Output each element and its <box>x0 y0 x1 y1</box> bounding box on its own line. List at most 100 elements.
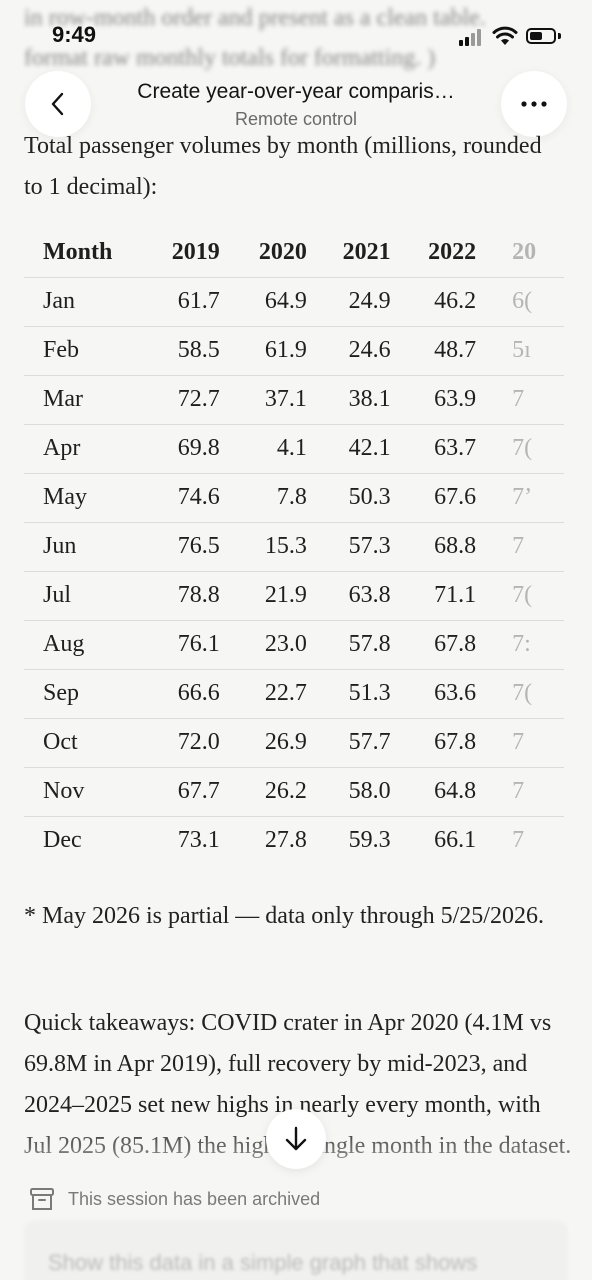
month-cell: Feb <box>24 326 136 376</box>
value-cell: 63.8 <box>306 571 391 621</box>
archived-notice: This session has been archived <box>28 1184 320 1214</box>
table-row: Mar 72.7 37.1 38.1 63.9 7 <box>24 375 564 425</box>
battery-tip <box>558 33 561 39</box>
value-cell: 76.1 <box>135 620 220 670</box>
monthly-volume-table: Month 2019 2020 2021 2022 20 Jan 61.7 64.9… <box>24 228 564 865</box>
next-user-message: Show this data in a simple graph that sh… <box>24 1220 568 1280</box>
value-cell: 46.2 <box>390 277 477 327</box>
value-cell: 67.7 <box>135 767 220 817</box>
table-row: Dec 73.1 27.8 59.3 66.1 7 <box>24 816 564 865</box>
battery-level <box>530 32 542 40</box>
value-cell: 57.8 <box>306 620 391 670</box>
table-row: Aug 76.1 23.0 57.8 67.8 7: <box>24 620 564 670</box>
table-row: Nov 67.7 26.2 58.0 64.8 7 <box>24 767 564 817</box>
status-time: 9:49 <box>52 22 97 47</box>
value-cell: 64.9 <box>219 277 307 327</box>
value-cell: 4.1 <box>219 424 307 474</box>
month-cell: Jul <box>24 571 136 621</box>
value-cell: 69.8 <box>135 424 220 474</box>
table-row: Jun 76.5 15.3 57.3 68.8 7 <box>24 522 564 572</box>
value-cell: 58.5 <box>135 326 220 376</box>
value-cell: 51.3 <box>306 669 391 719</box>
value-cell: 67.8 <box>390 620 477 670</box>
month-cell: Jan <box>24 277 136 327</box>
value-cell: 78.8 <box>135 571 220 621</box>
scroll-to-bottom-button[interactable] <box>266 1109 326 1169</box>
value-cell: 50.3 <box>306 473 391 523</box>
value-cell: 26.2 <box>219 767 307 817</box>
value-cell: 7 <box>476 522 564 572</box>
screen: in row-month order and present as a clea… <box>0 0 592 1280</box>
value-cell: 15.3 <box>219 522 307 572</box>
column-header: 2020 <box>219 228 307 278</box>
table-row: Apr 69.8 4.1 42.1 63.7 7( <box>24 424 564 474</box>
month-cell: Sep <box>24 669 136 719</box>
ellipsis-icon <box>521 101 547 107</box>
archived-label: This session has been archived <box>68 1188 321 1209</box>
arrow-down-icon <box>285 1126 307 1151</box>
monthly-volume-table-scroll[interactable]: Month 2019 2020 2021 2022 20 Jan 61.7 64.9… <box>24 228 564 868</box>
value-cell: 67.8 <box>390 718 477 768</box>
value-cell: 6( <box>476 277 564 327</box>
value-cell: 57.7 <box>306 718 391 768</box>
value-cell: 26.9 <box>219 718 307 768</box>
value-cell: 7( <box>476 424 564 474</box>
value-cell: 72.7 <box>135 375 220 425</box>
archive-box-icon <box>30 1188 54 1210</box>
value-cell: 38.1 <box>306 375 391 425</box>
value-cell: 7 <box>476 375 564 425</box>
value-cell: 5ı <box>476 326 564 376</box>
value-cell: 63.6 <box>390 669 477 719</box>
month-cell: Dec <box>43 827 82 854</box>
value-cell: 66.1 <box>434 827 477 854</box>
table-row: Jan 61.7 64.9 24.9 46.2 6( <box>24 277 564 327</box>
month-cell: May <box>24 473 136 523</box>
value-cell: 42.1 <box>306 424 391 474</box>
value-cell: 23.0 <box>219 620 307 670</box>
value-cell: 7( <box>476 669 564 719</box>
status-bar: 9:49 <box>0 0 592 60</box>
value-cell: 68.8 <box>390 522 477 572</box>
value-cell: 67.6 <box>390 473 477 523</box>
value-cell: 21.9 <box>219 571 307 621</box>
table-row: Jul 78.8 21.9 63.8 71.1 7( <box>24 571 564 621</box>
column-header: 2021 <box>306 228 391 278</box>
value-cell: 7 <box>512 827 525 854</box>
column-header: 2019 <box>135 228 220 278</box>
value-cell: 22.7 <box>219 669 307 719</box>
value-cell: 71.1 <box>390 571 477 621</box>
value-cell: 24.6 <box>306 326 391 376</box>
intro-text: Total passenger volumes by month (millio… <box>24 133 542 200</box>
next-user-message-text: Show this data in a simple graph that sh… <box>48 1250 478 1275</box>
partial-data-note: * May 2026 is partial — data only throug… <box>24 903 544 929</box>
value-cell: 7( <box>476 571 564 621</box>
column-header: Month <box>24 228 136 278</box>
value-cell: 59.3 <box>348 827 391 854</box>
table-row: Sep 66.6 22.7 51.3 63.6 7( <box>24 669 564 719</box>
column-header: 2022 <box>390 228 477 278</box>
value-cell: 72.0 <box>135 718 220 768</box>
month-cell: Apr <box>24 424 136 474</box>
cellular-signal-icon <box>459 28 485 46</box>
value-cell: 76.5 <box>135 522 220 572</box>
value-cell: 74.6 <box>135 473 220 523</box>
value-cell: 7 <box>476 767 564 817</box>
value-cell: 61.9 <box>219 326 307 376</box>
value-cell: 58.0 <box>306 767 391 817</box>
value-cell: 66.6 <box>135 669 220 719</box>
table-header-row: Month 2019 2020 2021 2022 20 <box>24 228 564 278</box>
table-row: May 74.6 7.8 50.3 67.6 7’ <box>24 473 564 523</box>
value-cell: 57.3 <box>306 522 391 572</box>
table-row: Oct 72.0 26.9 57.7 67.8 7 <box>24 718 564 768</box>
value-cell: 37.1 <box>219 375 307 425</box>
value-cell: 7 <box>476 718 564 768</box>
month-cell: Mar <box>24 375 136 425</box>
wifi-icon <box>492 26 518 45</box>
value-cell: 63.7 <box>390 424 477 474</box>
value-cell: 63.9 <box>390 375 477 425</box>
conversation-title: Create year-over-year comparis… <box>137 80 455 103</box>
value-cell: 64.8 <box>390 767 477 817</box>
value-cell: 7: <box>476 620 564 670</box>
value-cell: 7.8 <box>219 473 307 523</box>
value-cell: 27.8 <box>264 827 307 854</box>
